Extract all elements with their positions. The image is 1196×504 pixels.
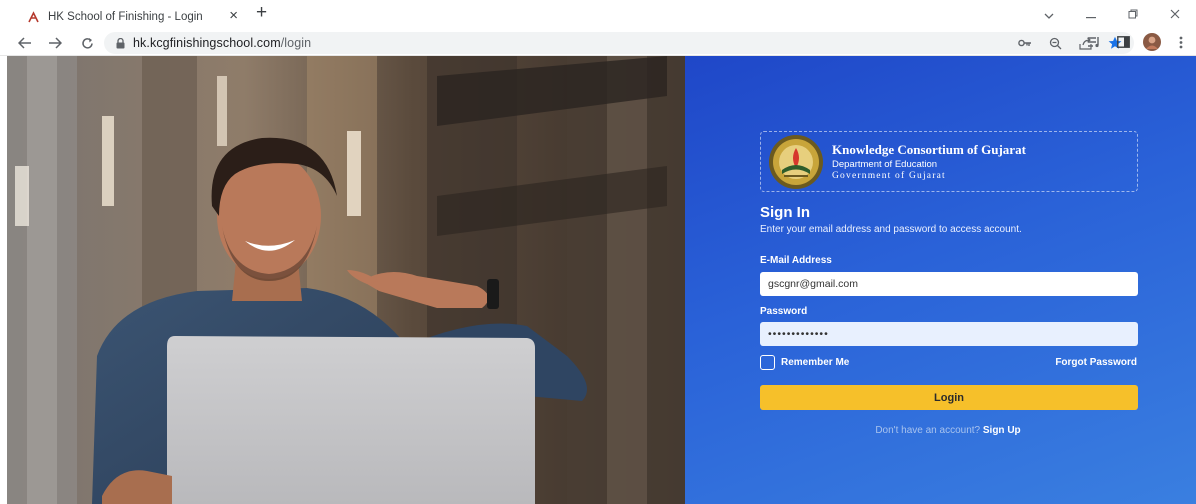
reading-list-icon[interactable] (1085, 33, 1103, 51)
login-page: Knowledge Consortium of Gujarat Departme… (0, 56, 1196, 504)
tab-title: HK School of Finishing - Login (48, 11, 203, 23)
toolbar-extensions (1085, 33, 1190, 51)
tab-strip: HK School of Finishing - Login × + (0, 0, 1196, 30)
forward-arrow-icon[interactable] (44, 33, 66, 53)
window-controls (1028, 0, 1196, 30)
key-icon[interactable] (1016, 34, 1034, 52)
organization-department: Department of Education (832, 159, 938, 170)
profile-avatar[interactable] (1143, 33, 1161, 51)
close-window-icon[interactable] (1154, 8, 1196, 22)
signin-title: Sign In (760, 204, 810, 221)
side-panel-icon[interactable] (1114, 33, 1132, 51)
url-text: hk.kcgfinishingschool.com/login (133, 36, 311, 50)
kcg-logo-icon (769, 134, 823, 189)
login-panel: Knowledge Consortium of Gujarat Departme… (685, 56, 1196, 504)
signup-line: Don't have an account? Sign Up (685, 425, 1196, 436)
signin-subtitle: Enter your email address and password to… (760, 224, 1022, 235)
url-path: /login (280, 36, 312, 50)
reload-icon[interactable] (76, 33, 98, 53)
browser-toolbar: hk.kcgfinishingschool.com/login (0, 30, 1196, 56)
password-label: Password (760, 306, 808, 317)
signup-prompt: Don't have an account? (875, 425, 981, 436)
password-field[interactable] (760, 322, 1138, 346)
lock-icon[interactable] (116, 37, 125, 49)
back-arrow-icon[interactable] (14, 33, 36, 53)
forgot-password-link[interactable]: Forgot Password (1055, 357, 1137, 368)
url-domain: hk.kcgfinishingschool.com (133, 36, 281, 50)
menu-dots-icon[interactable] (1172, 33, 1190, 51)
organization-government: Government of Gujarat (832, 171, 946, 181)
address-bar[interactable]: hk.kcgfinishingschool.com/login (104, 32, 1134, 54)
checkbox-box[interactable] (760, 355, 775, 370)
remember-me-label: Remember Me (781, 357, 850, 368)
remember-me-checkbox[interactable]: Remember Me (760, 355, 849, 370)
new-tab-button[interactable]: + (256, 3, 267, 23)
minimize-icon[interactable] (1070, 8, 1112, 22)
organization-text: Knowledge Consortium of Gujarat Departme… (832, 142, 1026, 181)
organization-banner: Knowledge Consortium of Gujarat Departme… (760, 131, 1138, 192)
zoom-icon[interactable] (1046, 34, 1064, 52)
login-button[interactable]: Login (760, 385, 1138, 410)
email-label: E-Mail Address (760, 255, 832, 266)
email-field[interactable] (760, 272, 1138, 296)
tab-search-icon[interactable] (1028, 8, 1070, 22)
hero-photo (7, 56, 685, 504)
restore-icon[interactable] (1112, 8, 1154, 22)
site-favicon-icon (26, 10, 40, 24)
organization-name: Knowledge Consortium of Gujarat (832, 142, 1026, 157)
browser-tab[interactable]: HK School of Finishing - Login × (18, 4, 248, 30)
signup-link[interactable]: Sign Up (983, 425, 1021, 436)
tab-close-icon[interactable]: × (229, 7, 238, 24)
